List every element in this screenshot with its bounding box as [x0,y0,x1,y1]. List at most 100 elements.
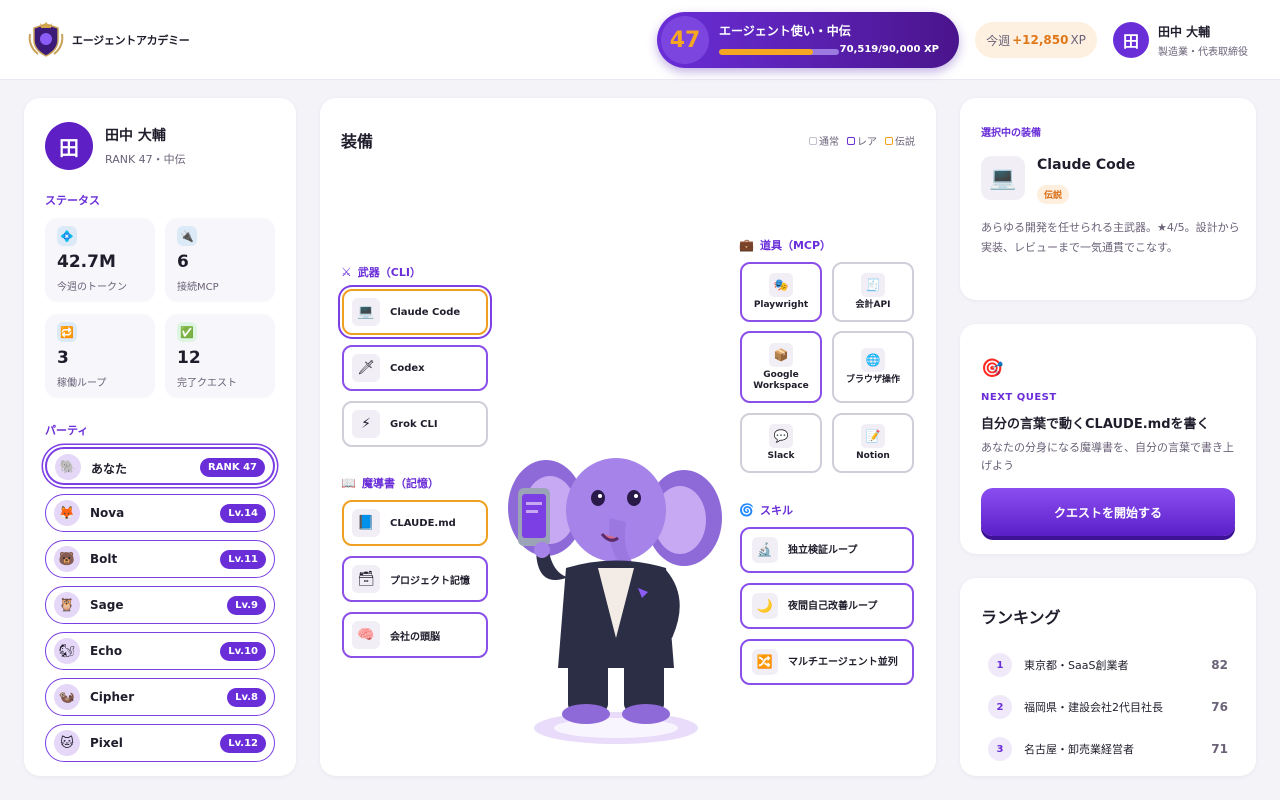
skill-nightly-improvement[interactable]: 🌙 夜間自己改善ループ [740,583,914,629]
party-member-name: Nova [90,506,125,520]
tool-playwright[interactable]: 🎭 Playwright [740,262,822,322]
party-member-pixel[interactable]: 🐱 Pixel Lv.12 [45,724,275,762]
weekly-xp-badge: 今週 +12,850 XP [975,22,1097,58]
selected-name: Claude Code [1037,157,1136,173]
token-icon: 💠 [57,226,77,246]
equip-claude-md[interactable]: 📘 CLAUDE.md [342,500,488,546]
grimoire-heading: 📖 魔導書（記憶） [341,475,439,491]
equip-label: Grok CLI [390,418,438,430]
stat-card-loops: 🔁 3 稼働ループ [45,314,155,398]
shuffle-icon: 🔀 [752,649,778,675]
selected-equipment-panel: 選択中の装備 💻 Claude Code 伝説 あらゆる開発を任せられる主武器。… [960,98,1256,300]
user-menu[interactable]: 田 田中 大輔 製造業・代表取締役 [1113,22,1248,58]
rarity-legend: 通常 レア 伝説 [809,133,915,148]
rank-name: 東京都・SaaS創業者 [1024,659,1129,672]
profile-header: 田 田中 大輔 RANK 47・中伝 [45,122,186,170]
normal-swatch [809,136,817,145]
elephant-avatar-icon: 🐘 [55,454,81,480]
chat-icon: 💬 [769,424,793,449]
ranking-row[interactable]: 2 福岡県・建設会社2代目社長 76 [988,695,1228,719]
top-header: エージェントアカデミー 47 エージェント使い・中伝 70,519/90,000… [0,0,1280,80]
stat-label: 今週のトークン [57,282,127,293]
package-icon: 📦 [769,342,793,367]
equip-claude-code[interactable]: 💻 Claude Code [342,289,488,335]
weekly-xp-label: 今週 [986,33,1011,48]
equip-grok-cli[interactable]: ⚡ Grok CLI [342,401,488,447]
next-quest-panel: 🎯 NEXT QUEST 自分の言葉で動くCLAUDE.mdを書く あなたの分身… [960,324,1256,554]
laptop-icon: 💻 [352,298,380,326]
party-member-cipher[interactable]: 🦦 Cipher Lv.8 [45,678,275,716]
rank-number: 3 [988,737,1012,761]
weapons-heading: ⚔ 武器（CLI） [341,264,421,280]
legend-normal-label: 通常 [819,137,839,148]
party-member-sage[interactable]: 🦉 Sage Lv.9 [45,586,275,624]
level-number: 47 [661,16,709,64]
equip-codex[interactable]: 🗡 Codex [342,345,488,391]
quest-title: 自分の言葉で動くCLAUDE.mdを書く [981,417,1210,432]
party-member-level: Lv.8 [227,688,266,707]
party-member-name: Bolt [90,552,118,566]
tool-accounting-api[interactable]: 🧾 会計API [832,262,914,322]
status-heading: ステータス [45,194,100,207]
equip-label: プロジェクト記憶 [390,575,470,587]
stat-value: 42.7M [57,252,116,272]
party-member-name: Cipher [90,690,135,704]
tool-label: 会計API [855,300,891,311]
blue-book-icon: 📘 [352,509,380,537]
lightning-icon: ⚡ [352,410,380,438]
weapons-label: 武器（CLI） [357,266,421,279]
skill-multi-agent[interactable]: 🔀 マルチエージェント並列 [740,639,914,685]
stat-label: 稼働ループ [57,378,107,389]
user-role: 製造業・代表取締役 [1158,46,1248,58]
target-icon: 🎯 [981,358,1004,379]
equipment-panel: 装備 通常 レア 伝説 ⚔ 武器（CLI） 💻 Claude Code 🗡 Co… [320,98,936,776]
party-member-bolt[interactable]: 🐻 Bolt Lv.11 [45,540,275,578]
rank-score: 71 [1211,742,1228,756]
legend-legendary: 伝説 [885,133,915,148]
start-quest-button[interactable]: クエストを開始する [981,488,1235,536]
book-icon: 📖 [341,476,356,490]
party-heading: パーティ [45,424,89,437]
skill-label: 独立検証ループ [788,544,858,556]
tool-notion[interactable]: 📝 Notion [832,413,914,473]
brand-logo[interactable]: エージェントアカデミー [24,20,190,60]
selected-description: あらゆる開発を任せられる主武器。★4/5。設計から実装、レビューまで一気通貫でこ… [981,221,1240,254]
party-member-name: Echo [90,644,123,658]
stat-label: 接続MCP [177,282,219,293]
ranking-row[interactable]: 3 名古屋・卸売業経営者 71 [988,737,1228,761]
tool-browser[interactable]: 🌐 ブラウザ操作 [832,331,914,403]
legend-normal: 通常 [809,133,839,148]
party-member-nova[interactable]: 🦊 Nova Lv.14 [45,494,275,532]
profile-panel: 田 田中 大輔 RANK 47・中伝 ステータス 💠 42.7M 今週のトークン… [24,98,296,776]
party-member-echo[interactable]: 🐿 Echo Lv.10 [45,632,275,670]
equip-label: Claude Code [390,306,461,318]
skill-label: 夜間自己改善ループ [788,600,878,612]
xp-progress-fill [719,49,813,55]
party-member-you[interactable]: 🐘 あなた RANK 47 [45,447,275,485]
ranking-row[interactable]: 1 東京都・SaaS創業者 82 [988,653,1228,677]
xp-text: 70,519/90,000 XP [839,44,939,55]
tool-label: Google Workspace [753,369,809,391]
legend-rare: レア [847,133,877,148]
tool-slack[interactable]: 💬 Slack [740,413,822,473]
rank-name: 福岡県・建設会社2代目社長 [1024,701,1163,714]
ranking-panel: ランキング 1 東京都・SaaS創業者 82 2 福岡県・建設会社2代目社長 7… [960,578,1256,776]
owl-avatar-icon: 🦉 [54,592,80,618]
ranking-title: ランキング [981,608,1061,627]
rare-swatch [847,136,855,145]
shield-logo-icon [24,20,68,60]
rank-score: 76 [1211,700,1228,714]
profile-rank: RANK 47・中伝 [105,153,186,166]
masks-icon: 🎭 [769,273,793,298]
spiral-icon: 🌀 [739,503,754,517]
memo-icon: 📝 [861,424,885,449]
skill-independent-verification[interactable]: 🔬 独立検証ループ [740,527,914,573]
equip-company-brain[interactable]: 🧠 会社の頭脳 [342,612,488,658]
elephant-mascot-image [506,438,726,748]
party-member-level: RANK 47 [200,458,265,477]
level-progress-pill[interactable]: 47 エージェント使い・中伝 70,519/90,000 XP [657,12,959,68]
card-box-icon: 🗃 [352,565,380,593]
equip-project-memory[interactable]: 🗃 プロジェクト記憶 [342,556,488,602]
tool-google-workspace[interactable]: 📦 Google Workspace [740,331,822,403]
tool-label: Slack [767,451,795,462]
